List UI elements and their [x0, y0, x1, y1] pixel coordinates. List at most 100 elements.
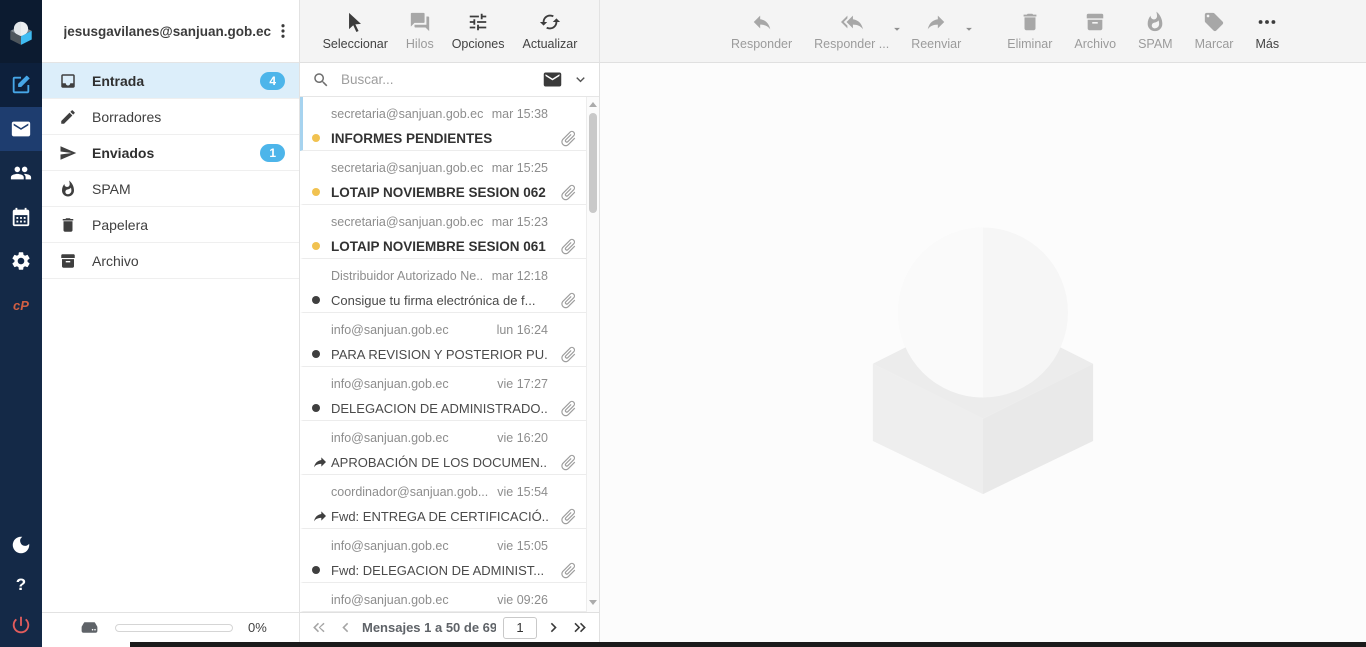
message-sender: info@sanjuan.gob.ec	[331, 377, 449, 391]
message-row[interactable]: secretaria@sanjuan.gob.ecmar 15:23LOTAIP…	[300, 205, 586, 259]
toolbar-button-archivo[interactable]: Archivo	[1071, 9, 1119, 53]
attachment-icon	[548, 180, 578, 204]
toolbar-button-label: Marcar	[1195, 37, 1234, 51]
message-list-column: secretaria@sanjuan.gob.ecmar 15:38INFORM…	[300, 63, 600, 647]
last-page-button[interactable]	[570, 618, 589, 637]
cpanel-icon[interactable]: cP	[0, 283, 42, 327]
search-input[interactable]	[339, 71, 533, 88]
first-page-button[interactable]	[310, 618, 329, 637]
message-sender: secretaria@sanjuan.gob.ec	[331, 161, 483, 175]
contacts-icon	[10, 162, 32, 184]
attachment-icon	[548, 396, 578, 420]
toolbar-button-mas[interactable]: Más	[1252, 9, 1282, 53]
folder-item-papelera[interactable]: Papelera	[42, 207, 299, 243]
message-header: info@sanjuan.gob.ec vie 17:27	[331, 374, 578, 394]
message-date: mar 15:38	[492, 107, 548, 121]
previous-page-button[interactable]	[336, 618, 355, 637]
account-email: jesusgavilanes@sanjuan.gob.ec	[64, 24, 272, 39]
reply-all-icon	[841, 11, 863, 33]
toolbar-button-label: Responder	[731, 37, 792, 51]
folder-item-spam[interactable]: SPAM	[42, 171, 299, 207]
tag-icon	[1203, 11, 1225, 33]
message-row[interactable]: info@sanjuan.gob.eclun 16:24PARA REVISIO…	[300, 313, 586, 367]
flame-icon	[59, 180, 77, 198]
message-date: lun 16:24	[497, 323, 548, 337]
message-list-area: secretaria@sanjuan.gob.ecmar 15:38INFORM…	[300, 97, 599, 612]
folder-label: Enviados	[92, 145, 245, 161]
rail-button-dark-mode[interactable]	[0, 533, 42, 557]
toolbar-button-spam[interactable]: SPAM	[1135, 9, 1176, 53]
kebab-menu-icon[interactable]	[274, 22, 292, 40]
toolbar-button-seleccionar[interactable]: Seleccionar	[320, 9, 391, 53]
toolbar-button-actualizar[interactable]: Actualizar	[520, 9, 581, 53]
folder-list: Entrada4Borradores Enviados 1 SPAMPapeleraA…	[42, 63, 299, 612]
page-number-input[interactable]	[503, 617, 537, 639]
toolbar-button-opciones[interactable]: Opciones	[449, 9, 508, 53]
read-dot-icon	[312, 396, 331, 420]
toolbar-button-label: Hilos	[406, 37, 434, 51]
message-sender: Distribuidor Autorizado Ne...	[331, 269, 484, 283]
message-list: secretaria@sanjuan.gob.ecmar 15:38INFORM…	[300, 97, 586, 612]
chevron-down-icon[interactable]	[572, 71, 589, 88]
forward-icon	[925, 11, 947, 33]
scrollbar-thumb[interactable]	[589, 113, 597, 213]
message-row[interactable]: info@sanjuan.gob.ecvie 17:27DELEGACION D…	[300, 367, 586, 421]
unread-count-badge: 1	[260, 144, 285, 162]
left-rail: cP ?	[0, 0, 42, 647]
rail-button-settings[interactable]	[0, 239, 42, 283]
reading-pane	[600, 63, 1366, 647]
scroll-down-arrow[interactable]	[589, 600, 597, 605]
refresh-icon	[539, 11, 561, 33]
window-bottom-edge	[130, 642, 1366, 647]
toolbar-button-hilos[interactable]: Hilos	[403, 9, 437, 53]
search-icon[interactable]	[312, 71, 330, 89]
empty-state-logo	[867, 214, 1099, 496]
pagination-label: Mensajes 1 a 50 de 69	[362, 620, 496, 635]
message-row[interactable]: info@sanjuan.gob.ecvie 16:20APROBACIÓN D…	[300, 421, 586, 475]
toolbar-button-marcar[interactable]: Marcar	[1192, 9, 1237, 53]
message-row[interactable]: Distribuidor Autorizado Ne...mar 12:18Co…	[300, 259, 586, 313]
message-row[interactable]: info@sanjuan.gob.ecvie 09:26	[300, 583, 586, 612]
toolbar-button-reenviar[interactable]: Reenviar	[908, 9, 964, 53]
envelope-icon[interactable]	[542, 69, 563, 90]
message-subject: Fwd: ENTREGA DE CERTIFICACIÓ...	[331, 504, 548, 528]
toolbar-left-group: Seleccionar Hilos Opciones Actualizar	[300, 9, 600, 53]
caret-down-icon[interactable]	[890, 22, 904, 36]
toolbar-button-responder[interactable]: Responder ...	[811, 9, 892, 53]
toolbar-button-label: Actualizar	[523, 37, 578, 51]
rail-button-mail[interactable]	[0, 107, 42, 151]
toolbar-button-eliminar[interactable]: Eliminar	[1004, 9, 1055, 53]
pencil-icon	[59, 108, 77, 126]
message-date: mar 12:18	[492, 269, 548, 283]
main-area: Seleccionar Hilos Opciones Actualizar Respo…	[300, 0, 1366, 647]
quota-progress	[115, 624, 233, 632]
rail-button-logout[interactable]	[0, 613, 42, 637]
message-row[interactable]: secretaria@sanjuan.gob.ecmar 15:25LOTAIP…	[300, 151, 586, 205]
forwarded-icon	[312, 450, 331, 474]
message-list-scrollbar[interactable]	[586, 97, 599, 612]
sidebar: jesusgavilanes@sanjuan.gob.ec Entrada4Bo…	[42, 0, 300, 647]
folder-item-borradores[interactable]: Borradores	[42, 99, 299, 135]
message-row[interactable]: coordinador@sanjuan.gob....vie 15:54Fwd:…	[300, 475, 586, 529]
rail-button-help[interactable]: ?	[0, 573, 42, 597]
caret-down-icon[interactable]	[962, 22, 976, 36]
toolbar-button-responder[interactable]: Responder	[728, 9, 795, 53]
archive-icon	[59, 252, 77, 270]
folder-item-enviados[interactable]: Enviados 1	[42, 135, 299, 171]
rail-button-contacts[interactable]	[0, 151, 42, 195]
message-row[interactable]: info@sanjuan.gob.ecvie 15:05Fwd: DELEGAC…	[300, 529, 586, 583]
scroll-up-arrow[interactable]	[589, 102, 597, 107]
message-date: vie 17:27	[497, 377, 548, 391]
attachment-icon	[548, 288, 578, 312]
folder-item-archivo[interactable]: Archivo	[42, 243, 299, 279]
next-page-button[interactable]	[544, 618, 563, 637]
toolbar-right-group: Responder Responder ... Reenviar Eliminar Ar…	[728, 9, 1282, 53]
rail-button-calendar[interactable]	[0, 195, 42, 239]
rail-button-compose[interactable]	[0, 63, 42, 107]
message-row[interactable]: secretaria@sanjuan.gob.ecmar 15:38INFORM…	[300, 97, 586, 151]
toolbar: Seleccionar Hilos Opciones Actualizar Respo…	[300, 0, 1366, 63]
unread-count-badge: 4	[260, 72, 285, 90]
webmail-app: cP ? jesusgavilanes@sanjuan.gob.ec Entra…	[0, 0, 1366, 647]
toolbar-button-label: Más	[1255, 37, 1279, 51]
folder-item-entrada[interactable]: Entrada4	[42, 63, 299, 99]
